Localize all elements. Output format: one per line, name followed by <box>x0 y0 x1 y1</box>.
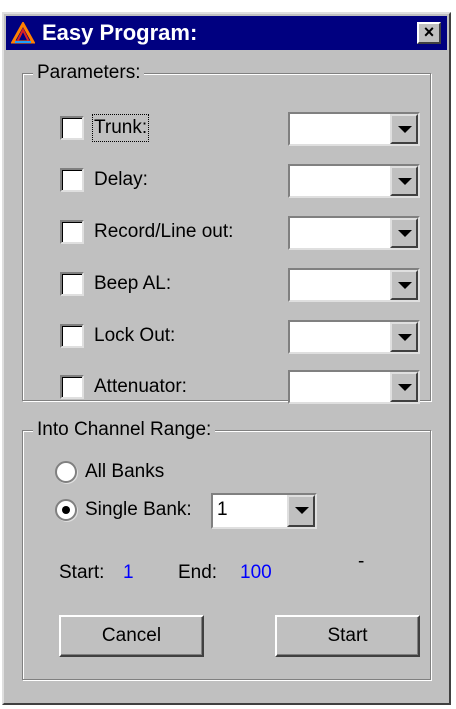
lock-out-checkbox[interactable] <box>60 324 84 348</box>
app-logo-icon <box>11 22 35 44</box>
attenuator-checkbox[interactable] <box>60 375 84 399</box>
chevron-down-icon <box>398 126 412 133</box>
beep-al-select[interactable] <box>288 268 420 302</box>
chevron-down-icon <box>295 507 309 514</box>
trunk-checkbox[interactable] <box>60 116 84 140</box>
lock-out-select[interactable] <box>288 320 420 354</box>
all-banks-option[interactable]: All Banks <box>55 457 255 489</box>
end-value: 100 <box>240 562 272 583</box>
attenuator-label: Attenuator: <box>94 376 187 397</box>
delay-checkbox[interactable] <box>60 168 84 192</box>
delay-select[interactable] <box>288 164 420 198</box>
chevron-down-icon <box>398 334 412 341</box>
parameter-row-beep-al: Beep AL: <box>60 268 420 302</box>
lock-out-dropdown-button[interactable] <box>390 322 418 352</box>
end-label: End: <box>178 562 218 583</box>
channel-range-legend: Into Channel Range: <box>33 419 216 441</box>
chevron-down-icon <box>398 178 412 185</box>
parameter-row-record-line-out: Record/Line out: <box>60 216 420 250</box>
single-bank-option: Single Bank: 1 <box>55 493 325 529</box>
start-button[interactable]: Start <box>275 615 420 657</box>
bank-select[interactable]: 1 <box>211 493 317 529</box>
record-line-out-label: Record/Line out: <box>94 221 234 242</box>
parameters-legend: Parameters: <box>33 62 145 84</box>
delay-dropdown-button[interactable] <box>390 166 418 196</box>
record-line-out-dropdown-button[interactable] <box>390 218 418 248</box>
beep-al-label: Beep AL: <box>94 273 172 294</box>
easy-program-dialog: Easy Program: × Parameters: Trunk: Delay… <box>2 12 451 705</box>
trunk-select[interactable] <box>288 112 420 146</box>
chevron-down-icon <box>398 230 412 237</box>
window-title: Easy Program: <box>42 20 198 45</box>
delay-label: Delay: <box>94 169 148 190</box>
all-banks-radio[interactable] <box>55 461 77 483</box>
record-line-out-checkbox[interactable] <box>60 220 84 244</box>
close-icon: × <box>423 22 435 42</box>
attenuator-dropdown-button[interactable] <box>390 372 418 402</box>
chevron-down-icon <box>398 384 412 391</box>
single-bank-radio[interactable] <box>55 499 77 521</box>
attenuator-select[interactable] <box>288 370 420 404</box>
parameters-group: Parameters: Trunk: Delay: Record/Line ou… <box>22 62 431 404</box>
start-label: Start: <box>59 562 105 583</box>
parameter-row-trunk: Trunk: <box>60 112 420 146</box>
channel-range-group: Into Channel Range: All Banks Single Ban… <box>22 419 431 680</box>
start-value: 1 <box>123 562 134 583</box>
parameter-row-lock-out: Lock Out: <box>60 320 420 354</box>
beep-al-checkbox[interactable] <box>60 272 84 296</box>
radio-selected-dot <box>62 506 70 514</box>
trunk-label: Trunk: <box>91 114 150 142</box>
trunk-dropdown-button[interactable] <box>390 114 418 144</box>
chevron-down-icon <box>398 282 412 289</box>
all-banks-label: All Banks <box>85 461 165 482</box>
beep-al-dropdown-button[interactable] <box>390 270 418 300</box>
close-button[interactable]: × <box>417 22 441 44</box>
single-bank-label: Single Bank: <box>85 499 192 520</box>
record-line-out-select[interactable] <box>288 216 420 250</box>
parameter-row-delay: Delay: <box>60 164 420 198</box>
bank-dropdown-button[interactable] <box>287 495 315 527</box>
bank-select-value: 1 <box>217 499 228 520</box>
lock-out-label: Lock Out: <box>94 325 176 346</box>
title-bar[interactable]: Easy Program: × <box>6 16 447 50</box>
cancel-button[interactable]: Cancel <box>59 615 204 657</box>
parameter-row-attenuator: Attenuator: <box>60 370 420 404</box>
status-dash: - <box>358 551 365 572</box>
